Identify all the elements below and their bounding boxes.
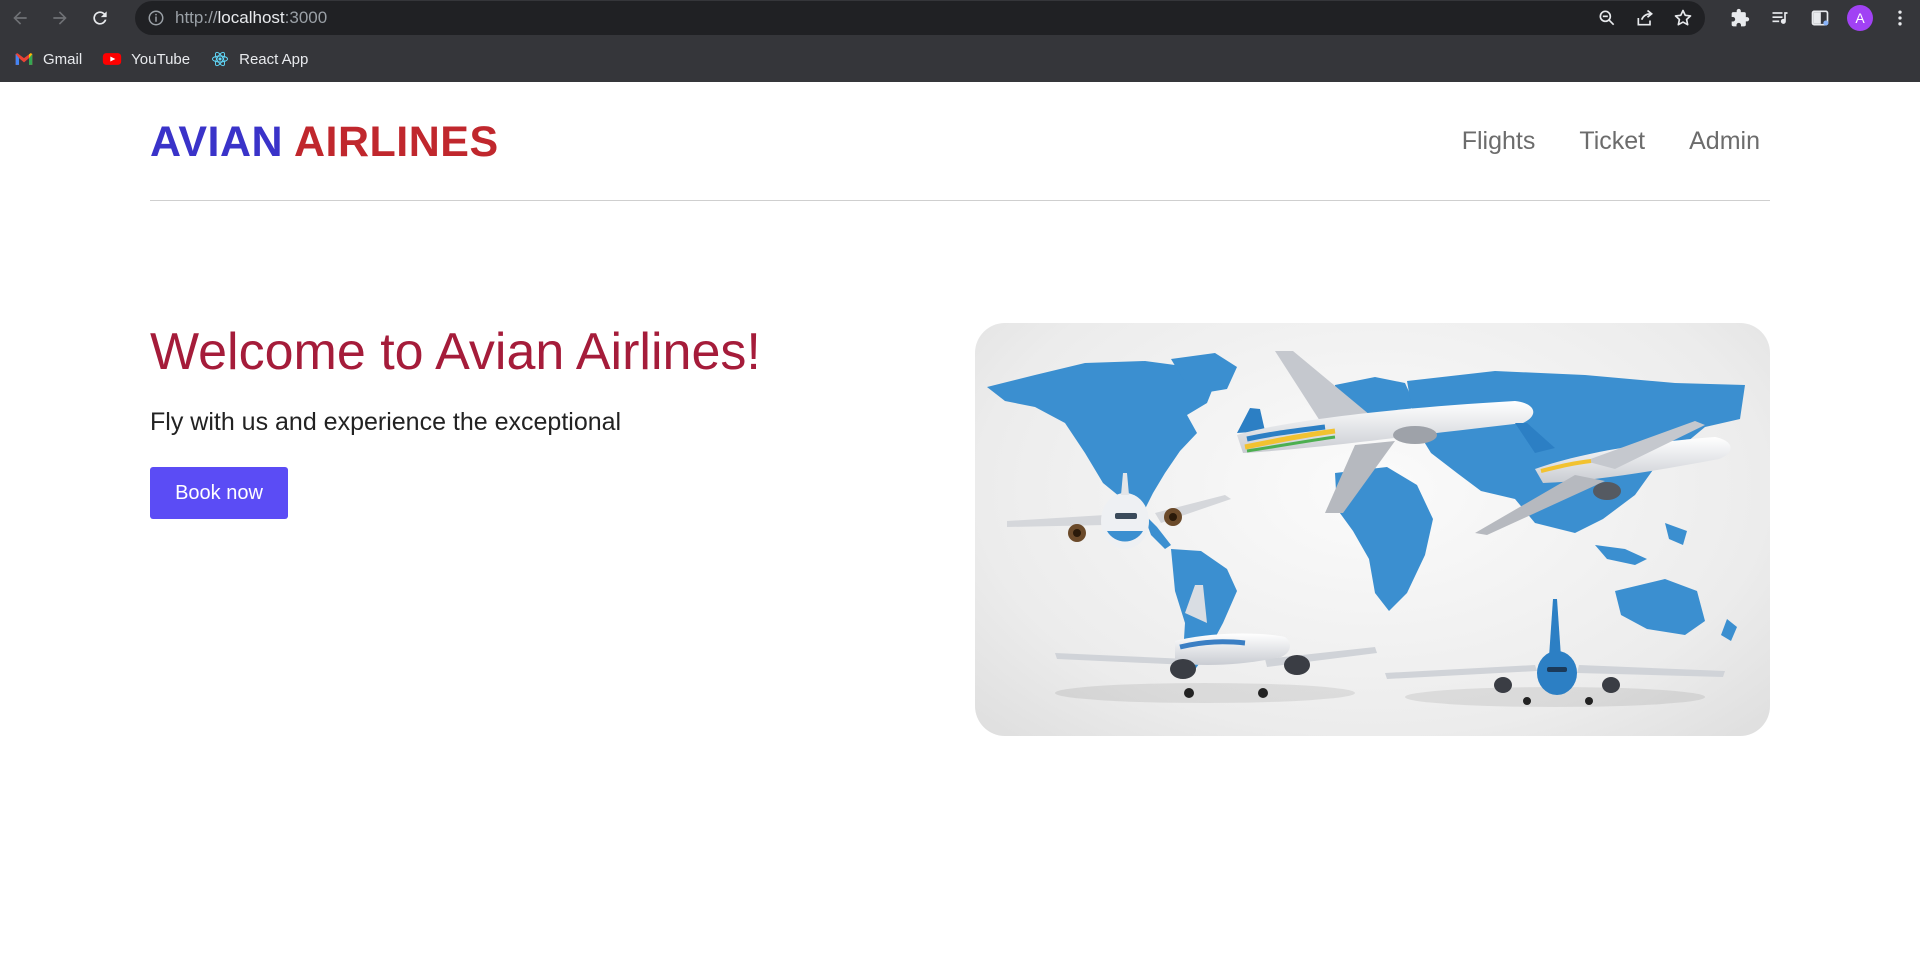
- arrow-right-icon: [53, 11, 67, 25]
- playlist-icon: [1772, 12, 1788, 24]
- bookmark-youtube[interactable]: YouTube: [102, 50, 190, 68]
- main-nav: Flights Ticket Admin: [1462, 127, 1760, 156]
- menu-button[interactable]: [1880, 0, 1920, 36]
- back-button[interactable]: [0, 0, 40, 36]
- site-logo[interactable]: AVIAN AIRLINES: [150, 118, 499, 167]
- star-icon[interactable]: [1673, 8, 1693, 28]
- extensions-button[interactable]: [1720, 0, 1760, 36]
- browser-toolbar: http://localhost:3000 A: [0, 0, 1920, 36]
- puzzle-icon: [1731, 8, 1750, 27]
- arrow-left-icon: [13, 11, 27, 25]
- gmail-icon: [15, 53, 33, 65]
- nav-ticket[interactable]: Ticket: [1579, 127, 1645, 156]
- react-icon: [212, 51, 229, 67]
- url-text: http://localhost:3000: [175, 8, 328, 27]
- browser-chrome: http://localhost:3000 A Gmail YouTube Re…: [0, 0, 1920, 82]
- world-map-airplanes-illustration: [987, 351, 1745, 707]
- zoom-icon[interactable]: [1597, 8, 1617, 28]
- nav-admin[interactable]: Admin: [1689, 127, 1760, 156]
- nav-flights[interactable]: Flights: [1462, 127, 1536, 156]
- extensions-area: A: [1720, 0, 1920, 36]
- hero-text: Welcome to Avian Airlines! Fly with us a…: [150, 322, 761, 519]
- avatar: A: [1847, 5, 1873, 31]
- site-info-icon[interactable]: [147, 9, 165, 27]
- bookmark-label: React App: [239, 50, 309, 68]
- logo-word-airlines: AIRLINES: [293, 117, 499, 166]
- side-panel-icon: [1811, 10, 1829, 26]
- bookmark-label: Gmail: [43, 50, 83, 68]
- youtube-icon: [103, 53, 122, 65]
- share-icon[interactable]: [1635, 8, 1655, 28]
- bookmark-label: YouTube: [131, 50, 191, 68]
- page-content: AVIAN AIRLINES Flights Ticket Admin Welc…: [0, 82, 1920, 979]
- site-header: AVIAN AIRLINES Flights Ticket Admin: [150, 82, 1770, 201]
- bookmark-react-app[interactable]: React App: [210, 50, 308, 68]
- bookmark-gmail[interactable]: Gmail: [14, 50, 82, 68]
- address-bar-actions: [1597, 1, 1693, 35]
- kebab-menu-icon: [1898, 10, 1902, 26]
- reload-button[interactable]: [80, 0, 120, 36]
- profile-button[interactable]: A: [1840, 0, 1880, 36]
- hero-subtitle: Fly with us and experience the exception…: [150, 408, 622, 436]
- media-button[interactable]: [1760, 0, 1800, 36]
- address-bar[interactable]: http://localhost:3000: [135, 1, 1705, 35]
- book-now-button[interactable]: Book now: [150, 467, 288, 519]
- hero-title: Welcome to Avian Airlines!: [150, 323, 761, 381]
- logo-word-avian: AVIAN: [150, 117, 284, 166]
- bookmarks-bar: Gmail YouTube React App: [0, 36, 1920, 82]
- reload-icon: [93, 11, 107, 25]
- side-panel-button[interactable]: [1800, 0, 1840, 36]
- hero-image: [975, 323, 1770, 736]
- forward-button[interactable]: [40, 0, 80, 36]
